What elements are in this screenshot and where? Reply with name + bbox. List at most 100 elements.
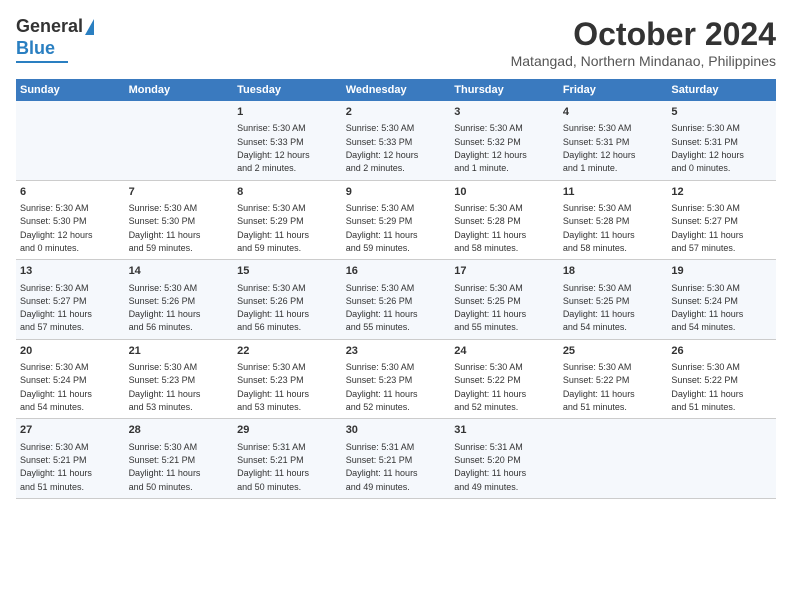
day-info: Sunrise: 5:30 AM Sunset: 5:31 PM Dayligh…: [671, 123, 744, 173]
day-cell: 5 Sunrise: 5:30 AM Sunset: 5:31 PM Daylig…: [667, 101, 776, 180]
location: Matangad, Northern Mindanao, Philippines: [511, 53, 776, 69]
day-cell: 30 Sunrise: 5:31 AM Sunset: 5:21 PM Dayli…: [342, 419, 451, 499]
day-info: Sunrise: 5:30 AM Sunset: 5:29 PM Dayligh…: [346, 203, 418, 253]
title-section: October 2024 Matangad, Northern Mindanao…: [511, 16, 776, 69]
day-cell: 16 Sunrise: 5:30 AM Sunset: 5:26 PM Dayli…: [342, 260, 451, 340]
week-row-2: 6 Sunrise: 5:30 AM Sunset: 5:30 PM Daylig…: [16, 180, 776, 260]
day-info: Sunrise: 5:30 AM Sunset: 5:22 PM Dayligh…: [671, 362, 743, 412]
day-number: 26: [671, 344, 772, 359]
day-number: 28: [129, 423, 230, 438]
header-row: SundayMondayTuesdayWednesdayThursdayFrid…: [16, 79, 776, 101]
day-cell: 24 Sunrise: 5:30 AM Sunset: 5:22 PM Dayli…: [450, 339, 559, 419]
day-cell: [559, 419, 668, 499]
day-info: Sunrise: 5:30 AM Sunset: 5:31 PM Dayligh…: [563, 123, 636, 173]
day-number: 15: [237, 264, 338, 279]
header-cell-saturday: Saturday: [667, 79, 776, 101]
day-number: 25: [563, 344, 664, 359]
day-info: Sunrise: 5:31 AM Sunset: 5:20 PM Dayligh…: [454, 442, 526, 492]
day-info: Sunrise: 5:30 AM Sunset: 5:23 PM Dayligh…: [346, 362, 418, 412]
day-number: 1: [237, 105, 338, 120]
calendar-table: SundayMondayTuesdayWednesdayThursdayFrid…: [16, 79, 776, 499]
day-number: 21: [129, 344, 230, 359]
logo: General Blue: [16, 16, 94, 63]
day-cell: 13 Sunrise: 5:30 AM Sunset: 5:27 PM Dayli…: [16, 260, 125, 340]
week-row-5: 27 Sunrise: 5:30 AM Sunset: 5:21 PM Dayli…: [16, 419, 776, 499]
day-cell: [125, 101, 234, 180]
day-cell: 21 Sunrise: 5:30 AM Sunset: 5:23 PM Dayli…: [125, 339, 234, 419]
header-cell-thursday: Thursday: [450, 79, 559, 101]
day-cell: 10 Sunrise: 5:30 AM Sunset: 5:28 PM Dayli…: [450, 180, 559, 260]
day-number: 23: [346, 344, 447, 359]
day-info: Sunrise: 5:30 AM Sunset: 5:26 PM Dayligh…: [346, 283, 418, 333]
day-info: Sunrise: 5:30 AM Sunset: 5:23 PM Dayligh…: [237, 362, 309, 412]
month-title: October 2024: [511, 16, 776, 53]
day-info: Sunrise: 5:30 AM Sunset: 5:28 PM Dayligh…: [454, 203, 526, 253]
day-cell: 3Sunrise: 5:30 AM Sunset: 5:32 PM Daylig…: [450, 101, 559, 180]
day-info: Sunrise: 5:30 AM Sunset: 5:30 PM Dayligh…: [129, 203, 201, 253]
day-number: 20: [20, 344, 121, 359]
day-number: 27: [20, 423, 121, 438]
day-number: 31: [454, 423, 555, 438]
day-number: 6: [20, 185, 121, 200]
day-info: Sunrise: 5:30 AM Sunset: 5:27 PM Dayligh…: [20, 283, 92, 333]
day-number: 17: [454, 264, 555, 279]
day-number: 30: [346, 423, 447, 438]
day-cell: 19 Sunrise: 5:30 AM Sunset: 5:24 PM Dayli…: [667, 260, 776, 340]
day-number: 8: [237, 185, 338, 200]
day-number: 5: [671, 105, 772, 120]
week-row-3: 13 Sunrise: 5:30 AM Sunset: 5:27 PM Dayli…: [16, 260, 776, 340]
week-row-4: 20 Sunrise: 5:30 AM Sunset: 5:24 PM Dayli…: [16, 339, 776, 419]
day-info: Sunrise: 5:30 AM Sunset: 5:21 PM Dayligh…: [129, 442, 201, 492]
logo-text: General: [16, 16, 94, 37]
day-cell: 23 Sunrise: 5:30 AM Sunset: 5:23 PM Dayli…: [342, 339, 451, 419]
day-info: Sunrise: 5:31 AM Sunset: 5:21 PM Dayligh…: [346, 442, 418, 492]
header-cell-wednesday: Wednesday: [342, 79, 451, 101]
day-info: Sunrise: 5:30 AM Sunset: 5:24 PM Dayligh…: [20, 362, 92, 412]
day-cell: [667, 419, 776, 499]
day-info: Sunrise: 5:30 AM Sunset: 5:23 PM Dayligh…: [129, 362, 201, 412]
day-cell: 29 Sunrise: 5:31 AM Sunset: 5:21 PM Dayli…: [233, 419, 342, 499]
day-cell: 27Sunrise: 5:30 AM Sunset: 5:21 PM Dayli…: [16, 419, 125, 499]
day-info: Sunrise: 5:30 AM Sunset: 5:33 PM Dayligh…: [346, 123, 419, 173]
day-number: 12: [671, 185, 772, 200]
day-cell: 1 Sunrise: 5:30 AM Sunset: 5:33 PM Daylig…: [233, 101, 342, 180]
day-info: Sunrise: 5:30 AM Sunset: 5:22 PM Dayligh…: [454, 362, 526, 412]
day-info: Sunrise: 5:30 AM Sunset: 5:24 PM Dayligh…: [671, 283, 743, 333]
day-cell: 31 Sunrise: 5:31 AM Sunset: 5:20 PM Dayli…: [450, 419, 559, 499]
day-number: 29: [237, 423, 338, 438]
day-number: 4: [563, 105, 664, 120]
day-info: Sunrise: 5:30 AM Sunset: 5:26 PM Dayligh…: [129, 283, 201, 333]
day-number: 14: [129, 264, 230, 279]
day-info: Sunrise: 5:31 AM Sunset: 5:21 PM Dayligh…: [237, 442, 309, 492]
day-number: 10: [454, 185, 555, 200]
day-number: 3: [454, 105, 555, 120]
day-cell: 4 Sunrise: 5:30 AM Sunset: 5:31 PM Daylig…: [559, 101, 668, 180]
day-number: 16: [346, 264, 447, 279]
day-number: 24: [454, 344, 555, 359]
day-cell: 11 Sunrise: 5:30 AM Sunset: 5:28 PM Dayli…: [559, 180, 668, 260]
day-cell: [16, 101, 125, 180]
day-cell: 26 Sunrise: 5:30 AM Sunset: 5:22 PM Dayli…: [667, 339, 776, 419]
day-cell: 12 Sunrise: 5:30 AM Sunset: 5:27 PM Dayli…: [667, 180, 776, 260]
day-info: Sunrise: 5:30 AM Sunset: 5:25 PM Dayligh…: [454, 283, 526, 333]
day-cell: 8 Sunrise: 5:30 AM Sunset: 5:29 PM Daylig…: [233, 180, 342, 260]
day-info: Sunrise: 5:30 AM Sunset: 5:28 PM Dayligh…: [563, 203, 635, 253]
day-number: 19: [671, 264, 772, 279]
day-cell: 28 Sunrise: 5:30 AM Sunset: 5:21 PM Dayli…: [125, 419, 234, 499]
day-number: 13: [20, 264, 121, 279]
day-cell: 7 Sunrise: 5:30 AM Sunset: 5:30 PM Daylig…: [125, 180, 234, 260]
day-cell: 9Sunrise: 5:30 AM Sunset: 5:29 PM Daylig…: [342, 180, 451, 260]
day-info: Sunrise: 5:30 AM Sunset: 5:33 PM Dayligh…: [237, 123, 310, 173]
day-cell: 17 Sunrise: 5:30 AM Sunset: 5:25 PM Dayli…: [450, 260, 559, 340]
header-cell-friday: Friday: [559, 79, 668, 101]
day-number: 7: [129, 185, 230, 200]
day-info: Sunrise: 5:30 AM Sunset: 5:30 PM Dayligh…: [20, 203, 93, 253]
day-info: Sunrise: 5:30 AM Sunset: 5:29 PM Dayligh…: [237, 203, 309, 253]
day-number: 11: [563, 185, 664, 200]
day-cell: 20 Sunrise: 5:30 AM Sunset: 5:24 PM Dayli…: [16, 339, 125, 419]
day-cell: 14 Sunrise: 5:30 AM Sunset: 5:26 PM Dayli…: [125, 260, 234, 340]
day-cell: 2Sunrise: 5:30 AM Sunset: 5:33 PM Daylig…: [342, 101, 451, 180]
day-info: Sunrise: 5:30 AM Sunset: 5:27 PM Dayligh…: [671, 203, 743, 253]
day-cell: 15Sunrise: 5:30 AM Sunset: 5:26 PM Dayli…: [233, 260, 342, 340]
logo-underline: [16, 61, 68, 63]
